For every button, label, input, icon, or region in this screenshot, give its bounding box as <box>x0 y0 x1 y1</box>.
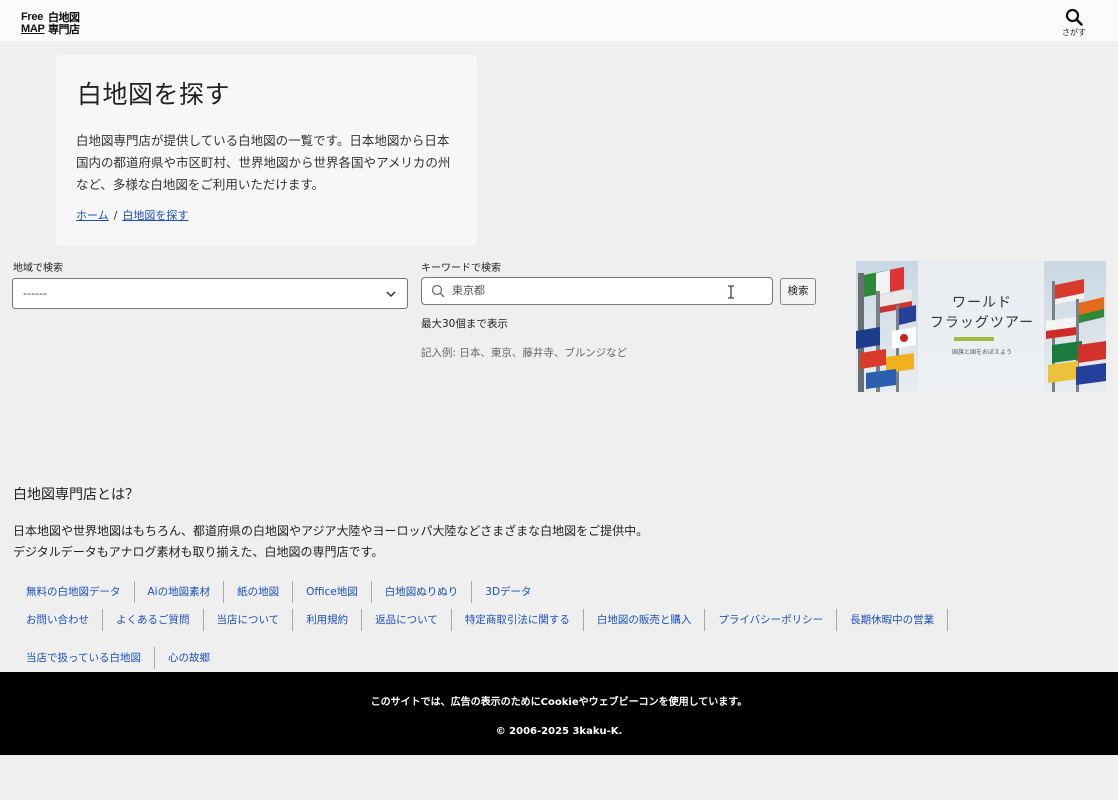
top-bar: Free MAP 白地図専門店 さがす <box>0 0 1118 41</box>
nav-link[interactable]: 当店で扱っている白地図 <box>13 647 155 669</box>
keyword-search-box[interactable] <box>421 277 773 305</box>
nav-link[interactable]: 長期休暇中の営業 <box>837 609 949 631</box>
nav-link[interactable]: 3Dデータ <box>472 581 544 603</box>
breadcrumb-separator: / <box>113 209 118 222</box>
nav-link[interactable]: Office地図 <box>293 581 372 603</box>
logo-map-text: MAP <box>21 23 45 35</box>
banner-title: ワールド フラッグツアー <box>929 295 1035 331</box>
keyword-search-label: キーワードで検索 <box>421 263 501 274</box>
nav-link[interactable]: 当店について <box>204 609 294 631</box>
nav-link[interactable]: お問い合わせ <box>13 609 103 631</box>
region-select[interactable]: ------ <box>12 278 408 309</box>
logo-free-text: Free <box>21 11 44 23</box>
search-icon <box>431 284 445 298</box>
page-title: 白地図を探す <box>77 80 231 109</box>
about-line-1: 日本地図や世界地図はもちろん、都道府県の白地図やアジア大陸やヨーロッパ大陸などさ… <box>13 524 649 538</box>
nav-link[interactable]: 利用規約 <box>293 609 363 631</box>
nav-link[interactable]: Aiの地図素材 <box>135 581 225 603</box>
search-icon <box>1065 8 1083 26</box>
footer: このサイトでは、広告の表示のためにCookieやウェブビーコンを使用しています。… <box>0 672 1118 755</box>
breadcrumb: ホーム / 白地図を探す <box>76 208 188 224</box>
nav-link[interactable]: 紙の地図 <box>224 581 294 603</box>
copyright: © 2006-2025 3kaku-K. <box>495 726 623 737</box>
header-search-button[interactable]: さがす <box>1056 8 1092 42</box>
nav-link[interactable]: 白地図の販売と購入 <box>584 609 706 631</box>
search-button[interactable]: 検索 <box>780 278 816 305</box>
nav-row-info: お問い合わせ よくあるご質問 当店について 利用規約 返品について 特定商取引法… <box>13 609 949 631</box>
hero-card: 白地図を探す 白地図専門店が提供している白地図の一覧です。日本地図から日本国内の… <box>56 55 477 246</box>
nav-row-products: 無料の白地図データ Aiの地図素材 紙の地図 Office地図 白地図ぬりぬり … <box>13 581 545 603</box>
nav-link[interactable]: 返品について <box>362 609 452 631</box>
breadcrumb-current-link[interactable]: 白地図を探す <box>122 209 188 222</box>
nav-row-extra: 当店で扱っている白地図 心の故郷 <box>13 647 223 669</box>
breadcrumb-home-link[interactable]: ホーム <box>76 209 109 222</box>
page-description: 白地図専門店が提供している白地図の一覧です。日本地図から日本国内の都道府県や市区… <box>76 133 451 192</box>
about-line-2: デジタルデータもアナログ素材も取り揃えた、白地図の専門店です。 <box>13 545 384 559</box>
logo-japanese-text: 白地図専門店 <box>48 11 80 36</box>
cookie-notice: このサイトでは、広告の表示のためにCookieやウェブビーコンを使用しています。 <box>370 697 748 708</box>
keyword-search-input[interactable] <box>452 281 762 301</box>
banner-subtitle: 国旗と国をおぼえよう <box>951 349 1012 356</box>
search-example-hint: 記入例: 日本、東京、藤井寺、ブルンジなど <box>421 347 628 359</box>
nav-link[interactable]: プライバシーポリシー <box>705 609 838 631</box>
nav-link[interactable]: 白地図ぬりぬり <box>372 581 473 603</box>
site-logo[interactable]: Free MAP 白地図専門店 <box>21 12 85 38</box>
banner-accent-bar <box>954 337 994 341</box>
max-results-note: 最大30個まで表示 <box>421 318 508 330</box>
world-flag-tour-banner[interactable]: ワールド フラッグツアー 国旗と国をおぼえよう <box>856 261 1106 392</box>
chevron-down-icon <box>386 291 396 298</box>
nav-link[interactable]: 心の故郷 <box>155 647 223 669</box>
about-text: 日本地図や世界地図はもちろん、都道府県の白地図やアジア大陸やヨーロッパ大陸などさ… <box>13 521 648 563</box>
region-search-label: 地域で検索 <box>13 263 63 274</box>
nav-link[interactable]: よくあるご質問 <box>103 609 204 631</box>
nav-link[interactable]: 無料の白地図データ <box>13 581 135 603</box>
text-cursor-icon <box>728 285 734 299</box>
nav-link[interactable]: 特定商取引法に関する <box>452 609 584 631</box>
about-title: 白地図専門店とは？ <box>13 487 139 503</box>
header-search-label: さがす <box>1062 28 1086 37</box>
region-select-value: ------ <box>23 287 47 300</box>
